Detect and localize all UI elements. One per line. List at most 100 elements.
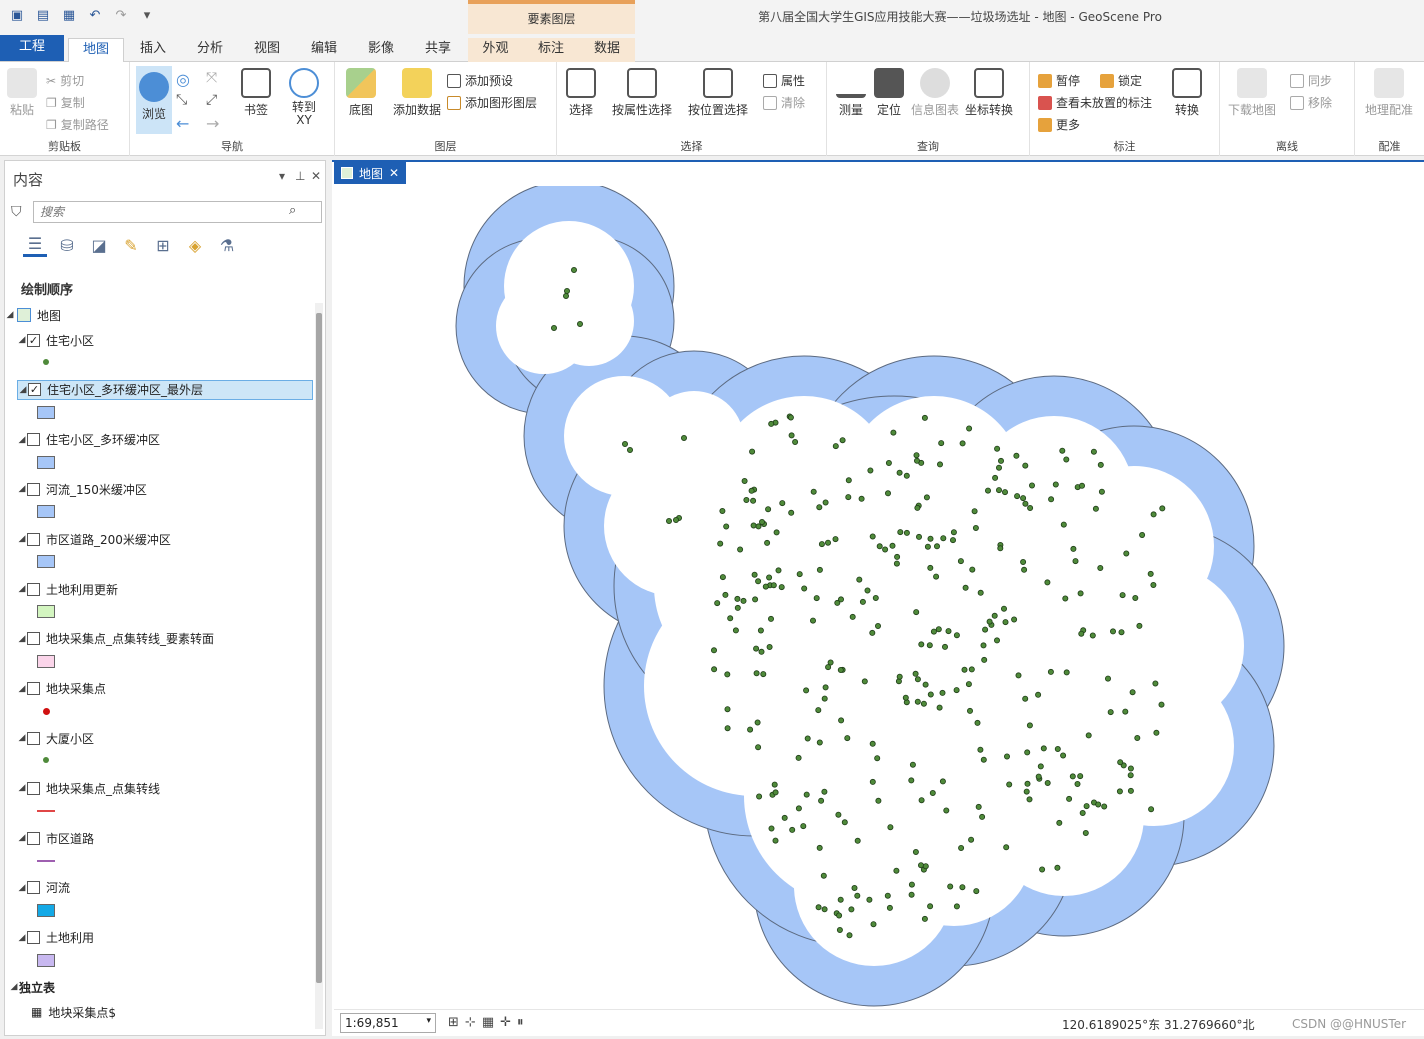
residential-point[interactable]	[950, 529, 957, 536]
collapse-icon[interactable]: ◢	[17, 484, 27, 494]
residential-point[interactable]	[824, 539, 831, 546]
residential-point[interactable]	[1127, 772, 1134, 779]
residential-point[interactable]	[1022, 500, 1029, 507]
layer-visibility-checkbox[interactable]	[27, 682, 40, 696]
residential-point[interactable]	[1048, 496, 1055, 503]
next-extent-icon[interactable]: →	[206, 114, 219, 133]
layer-symbol[interactable]	[37, 555, 55, 569]
residential-point[interactable]	[992, 474, 999, 481]
residential-point[interactable]	[795, 805, 802, 812]
residential-point[interactable]	[943, 807, 950, 814]
residential-point[interactable]	[903, 529, 910, 536]
residential-point[interactable]	[1074, 781, 1081, 788]
residential-point[interactable]	[768, 420, 775, 427]
standalone-tables-node[interactable]: ◢ 独立表	[9, 977, 319, 997]
residential-point[interactable]	[789, 826, 796, 833]
residential-point[interactable]	[740, 597, 747, 604]
layer-item[interactable]: ◢ 市区道路_200米缓冲区	[17, 529, 313, 549]
residential-point[interactable]	[1122, 708, 1129, 715]
residential-point[interactable]	[903, 472, 910, 479]
tab-map[interactable]: 地图	[68, 38, 124, 63]
residential-point[interactable]	[770, 582, 777, 589]
open-project-icon[interactable]: ▤	[34, 8, 52, 23]
residential-point[interactable]	[968, 666, 975, 673]
residential-point[interactable]	[909, 761, 916, 768]
residential-point[interactable]	[1024, 749, 1031, 756]
residential-point[interactable]	[1063, 669, 1070, 676]
residential-point[interactable]	[771, 781, 778, 788]
residential-point[interactable]	[950, 537, 957, 544]
residential-point[interactable]	[965, 681, 972, 688]
residential-point[interactable]	[977, 589, 984, 596]
residential-point[interactable]	[832, 536, 839, 543]
residential-point[interactable]	[821, 788, 828, 795]
residential-point[interactable]	[1060, 521, 1067, 528]
residential-point[interactable]	[757, 627, 764, 634]
residential-point[interactable]	[918, 641, 925, 648]
layer-symbol[interactable]	[37, 705, 55, 718]
residential-point[interactable]	[876, 543, 883, 550]
tab-project[interactable]: 工程	[0, 35, 64, 61]
residential-point[interactable]	[1002, 489, 1009, 496]
residential-point[interactable]	[971, 508, 978, 515]
search-icon[interactable]: ⌕	[289, 203, 296, 218]
residential-point[interactable]	[748, 487, 755, 494]
residential-point[interactable]	[1132, 594, 1139, 601]
tab-labeling[interactable]: 标注	[523, 38, 579, 62]
residential-point[interactable]	[800, 823, 807, 830]
residential-point[interactable]	[818, 541, 825, 548]
layer-visibility-checkbox[interactable]	[27, 582, 40, 596]
residential-point[interactable]	[717, 540, 724, 547]
residential-point[interactable]	[781, 814, 788, 821]
residential-point[interactable]	[884, 892, 891, 899]
residential-point[interactable]	[1098, 488, 1105, 495]
undo-icon[interactable]: ↶	[86, 8, 104, 23]
residential-point[interactable]	[918, 797, 925, 804]
lock-labels-button[interactable]: 锁定	[1100, 72, 1142, 89]
tab-insert[interactable]: 插入	[128, 38, 178, 62]
collapse-icon[interactable]: ◢	[17, 733, 27, 743]
residential-point[interactable]	[1095, 801, 1102, 808]
residential-point[interactable]	[751, 571, 758, 578]
collapse-icon[interactable]: ◢	[17, 883, 27, 893]
tab-data[interactable]: 数据	[579, 38, 635, 62]
residential-point[interactable]	[940, 535, 947, 542]
residential-point[interactable]	[1026, 722, 1033, 729]
residential-point[interactable]	[1054, 746, 1061, 753]
fixed-zoom-in-icon[interactable]: ⤡	[176, 92, 187, 108]
residential-point[interactable]	[813, 595, 820, 602]
residential-point[interactable]	[874, 755, 881, 762]
residential-point[interactable]	[1078, 630, 1085, 637]
residential-point[interactable]	[869, 629, 876, 636]
labeling-view-icon[interactable]: ◈	[183, 233, 207, 257]
residential-point[interactable]	[914, 676, 921, 683]
residential-point[interactable]	[885, 490, 892, 497]
locate-button[interactable]: 定位	[873, 68, 905, 118]
residential-point[interactable]	[1001, 605, 1008, 612]
residential-point[interactable]	[1062, 595, 1069, 602]
residential-point[interactable]	[1079, 482, 1086, 489]
residential-point[interactable]	[933, 573, 940, 580]
copy-path-button[interactable]: ❐ 复制路径	[46, 116, 109, 133]
residential-point[interactable]	[1060, 752, 1067, 759]
residential-point[interactable]	[1110, 628, 1117, 635]
residential-point[interactable]	[1148, 806, 1155, 813]
save-icon[interactable]: ▦	[60, 8, 78, 23]
data-source-icon[interactable]: ⛁	[55, 233, 79, 257]
residential-point[interactable]	[1070, 545, 1077, 552]
residential-point[interactable]	[767, 615, 774, 622]
residential-point[interactable]	[893, 560, 900, 567]
residential-point[interactable]	[1037, 763, 1044, 770]
residential-point[interactable]	[849, 613, 856, 620]
collapse-icon[interactable]: ◢	[17, 783, 27, 793]
residential-point[interactable]	[821, 695, 828, 702]
residential-point[interactable]	[922, 681, 929, 688]
residential-point[interactable]	[953, 903, 960, 910]
close-tab-icon[interactable]: ✕	[389, 166, 399, 180]
residential-point[interactable]	[866, 896, 873, 903]
residential-point[interactable]	[1052, 481, 1059, 488]
layer-item[interactable]: ◢ 土地利用更新	[17, 579, 313, 599]
residential-point[interactable]	[626, 446, 633, 453]
residential-point[interactable]	[1021, 566, 1028, 573]
residential-point[interactable]	[959, 884, 966, 891]
